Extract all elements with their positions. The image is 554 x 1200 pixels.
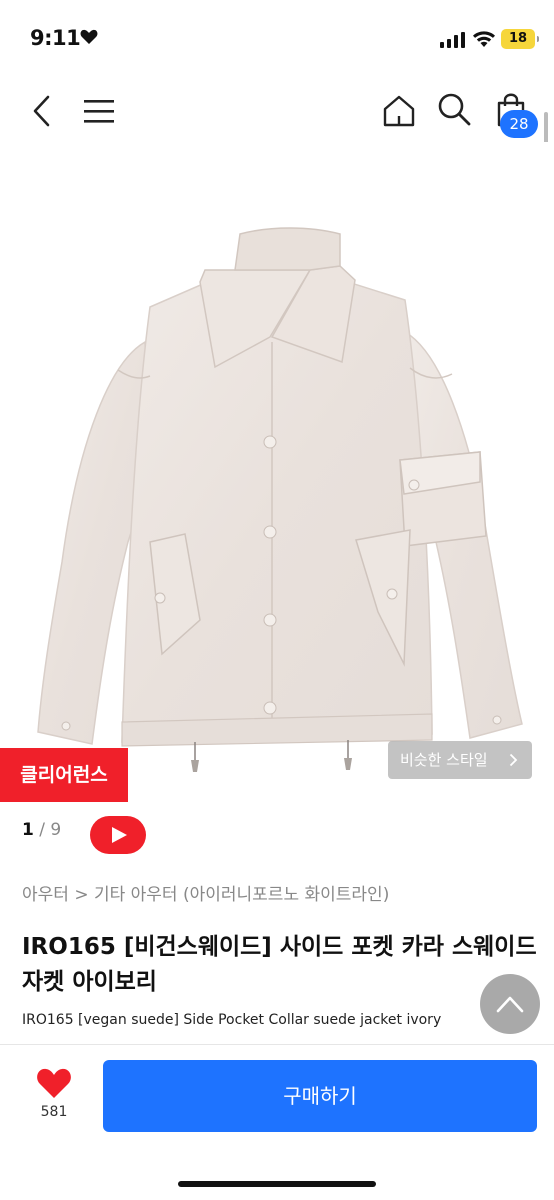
product-subtitle: IRO165 [vegan suede] Side Pocket Collar … [22,1012,442,1028]
similar-style-label: 비슷한 스타일 [400,751,488,769]
home-icon[interactable] [382,94,416,128]
like-button[interactable]: 581 [30,1068,78,1130]
chevron-right-icon [509,753,518,767]
back-icon[interactable] [28,94,54,128]
status-time: 9:11 [30,26,81,50]
heart-status-icon [80,29,98,44]
home-indicator [178,1181,376,1187]
product-image[interactable] [0,142,554,802]
youtube-play-icon[interactable] [90,816,146,854]
chevron-up-icon [496,996,524,1013]
wifi-icon [473,31,495,47]
search-icon[interactable] [436,92,472,128]
like-count: 581 [40,1104,68,1120]
top-navigation: 28 [0,80,554,142]
status-bar: 9:11 18 [0,0,554,80]
cellular-signal-icon [440,32,465,48]
breadcrumb[interactable]: 아우터 > 기타 아우터 (아이러니포르노 화이트라인) [22,880,389,905]
pager-total: / 9 [33,820,62,840]
image-pager: 1 / 9 [22,820,61,840]
clearance-badge: 클리어런스 [0,748,128,802]
pager-current: 1 [22,820,34,840]
divider [0,1044,554,1045]
menu-icon[interactable] [82,98,116,124]
similar-style-button[interactable]: 비슷한 스타일 [388,741,532,779]
scroll-to-top-button[interactable] [480,974,540,1034]
product-title: IRO165 [비건스웨이드] 사이드 포켓 카라 스웨이드 자켓 아이보리 [22,934,537,995]
jacket-illustration [37,227,523,772]
buy-button[interactable]: 구매하기 [103,1060,537,1132]
cart-count-badge[interactable]: 28 [500,110,538,138]
battery-indicator: 18 [501,29,539,49]
heart-icon [37,1068,71,1098]
